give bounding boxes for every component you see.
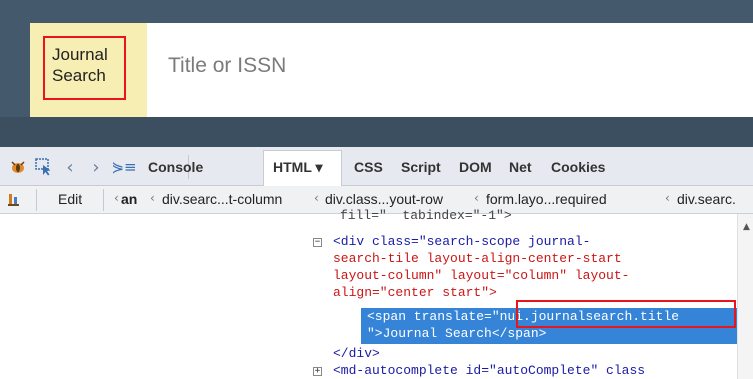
inspect-icon[interactable] [34, 157, 54, 177]
firebug-small-icon[interactable] [6, 190, 22, 210]
tree-scrollbar[interactable] [737, 214, 753, 379]
crumb-item-div-class[interactable]: div.class...yout-row [325, 191, 443, 207]
chevron-left-icon: ‹ [314, 191, 319, 205]
tree-close-div: </div> [333, 346, 380, 361]
tab-script[interactable]: Script [401, 159, 441, 175]
tree-div-line-4: align="center start"> [333, 285, 497, 300]
crumb-item-span[interactable]: an [121, 191, 137, 207]
chevron-left-icon: ‹ [114, 191, 119, 205]
tab-css[interactable]: CSS [354, 159, 383, 175]
tab-console[interactable]: Console [148, 159, 203, 175]
tree-clipped-line: fill=" tabindex="-1"> [340, 208, 512, 223]
crumb-divider-2 [103, 189, 104, 211]
chevron-left-icon: ‹ [665, 191, 670, 205]
chevron-left-icon: ‹ [474, 191, 479, 205]
search-input[interactable] [168, 54, 728, 78]
scroll-up-icon[interactable]: ▲ [743, 222, 750, 232]
command-icon[interactable]: ⋟≡ [111, 157, 136, 177]
translate-key-highlight-box [516, 300, 736, 328]
tab-net[interactable]: Net [509, 159, 532, 175]
tree-div-line-3: layout-column" layout="column" layout- [333, 268, 630, 283]
chevron-left-icon: ‹ [150, 191, 155, 205]
header-shadow [0, 117, 753, 147]
tree-div-line-2: search-tile layout-align-center-start [333, 251, 622, 266]
tab-cookies[interactable]: Cookies [551, 159, 605, 175]
tab-dom[interactable]: DOM [459, 159, 492, 175]
tree-div-line-1[interactable]: <div class="search-scope journal- [333, 233, 590, 250]
search-scope-label: Journal Search [52, 45, 108, 85]
expand-toggle-icon[interactable]: + [313, 367, 322, 376]
crumb-divider [36, 189, 37, 211]
edit-button[interactable]: Edit [58, 191, 82, 207]
back-icon[interactable]: ‹ [62, 157, 78, 178]
crumb-item-form[interactable]: form.layo...required [486, 191, 607, 207]
tab-html[interactable]: HTML ▾ [273, 159, 323, 176]
collapse-toggle-icon[interactable]: − [313, 238, 322, 247]
forward-icon[interactable]: › [88, 157, 104, 178]
crumb-item-div-searc[interactable]: div.searc. [677, 191, 736, 207]
tree-md-autocomplete-line[interactable]: <md-autocomplete id="autoComplete" class [333, 362, 645, 379]
firebug-icon[interactable] [8, 157, 28, 177]
crumb-item-div-search[interactable]: div.searc...t-column [162, 191, 282, 207]
